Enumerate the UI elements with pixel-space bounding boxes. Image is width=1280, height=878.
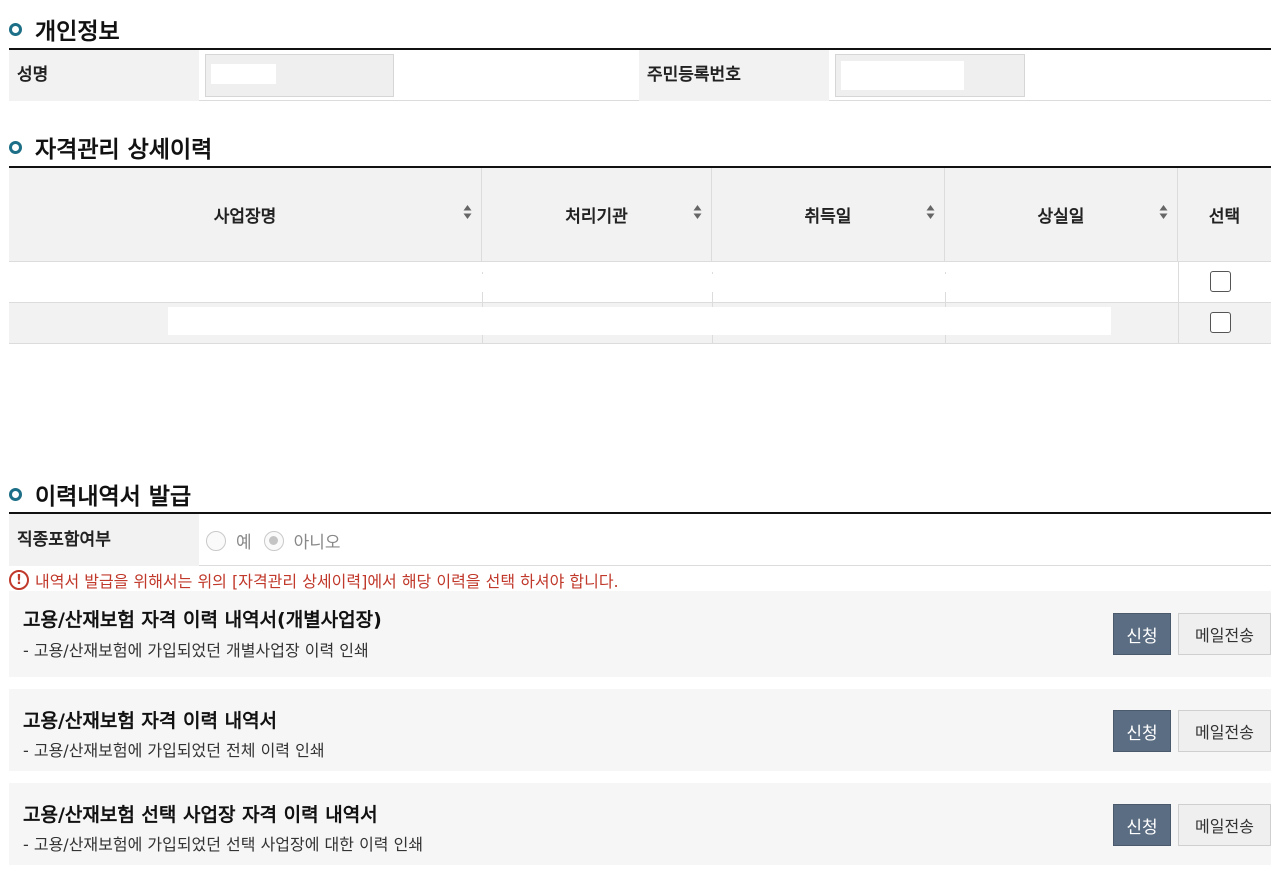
masked-row-content xyxy=(168,307,1111,335)
apply-button[interactable]: 신청 xyxy=(1113,804,1171,846)
name-label: 성명 xyxy=(9,50,199,101)
document-item: 고용/산재보험 선택 사업장 자격 이력 내역서 - 고용/산재보험에 가입되었… xyxy=(9,783,1271,865)
job-inclusion-row: 직종포함여부 예 아니오 xyxy=(9,512,1271,566)
circle-bullet-icon xyxy=(9,140,22,154)
history-table: 사업장명 처리기관 취득일 상실일 선택 xyxy=(9,166,1271,344)
notice-text: 내역서 발급을 위해서는 위의 [자격관리 상세이력]에서 해당 이력을 선택 … xyxy=(35,572,619,591)
circle-bullet-icon xyxy=(9,22,22,36)
document-description: - 고용/산재보험에 가입되었던 선택 사업장에 대한 이력 인쇄 xyxy=(23,835,424,854)
notice-message: ! 내역서 발급을 위해서는 위의 [자격관리 상세이력]에서 해당 이력을 선… xyxy=(9,568,619,592)
resident-number-field xyxy=(835,54,1025,97)
section-history: 자격관리 상세이력 xyxy=(9,130,212,164)
email-send-button[interactable]: 메일전송 xyxy=(1178,710,1271,752)
resident-number-label: 주민등록번호 xyxy=(639,50,829,101)
alert-icon: ! xyxy=(9,570,29,590)
table-header: 사업장명 처리기관 취득일 상실일 선택 xyxy=(9,168,1271,262)
row-select-checkbox[interactable] xyxy=(1210,312,1231,333)
job-inclusion-label: 직종포함여부 xyxy=(9,514,199,566)
masked-value xyxy=(211,64,276,84)
table-row xyxy=(9,303,1271,344)
circle-bullet-icon xyxy=(9,487,22,501)
job-inclusion-radio-group: 예 아니오 xyxy=(206,528,341,553)
column-header-lost-date[interactable]: 상실일 xyxy=(945,168,1178,261)
column-header-acquired-date[interactable]: 취득일 xyxy=(712,168,945,261)
row-select-checkbox[interactable] xyxy=(1210,271,1231,292)
section-title: 개인정보 xyxy=(35,19,120,45)
masked-value xyxy=(841,61,964,90)
section-personal-info: 개인정보 xyxy=(9,12,120,46)
column-header-workplace[interactable]: 사업장명 xyxy=(9,168,482,261)
document-item: 고용/산재보험 자격 이력 내역서(개별사업장) - 고용/산재보험에 가입되었… xyxy=(9,591,1271,677)
column-header-agency[interactable]: 처리기관 xyxy=(482,168,712,261)
radio-no[interactable] xyxy=(263,530,284,551)
sort-icon[interactable] xyxy=(1159,204,1168,220)
document-item: 고용/산재보험 자격 이력 내역서 - 고용/산재보험에 가입되었던 전체 이력… xyxy=(9,689,1271,771)
radio-yes[interactable] xyxy=(206,530,226,551)
document-title: 고용/산재보험 자격 이력 내역서(개별사업장) xyxy=(23,609,382,631)
document-description: - 고용/산재보험에 가입되었던 전체 이력 인쇄 xyxy=(23,741,325,760)
email-send-button[interactable]: 메일전송 xyxy=(1178,804,1271,846)
document-description: - 고용/산재보험에 가입되었던 개별사업장 이력 인쇄 xyxy=(23,641,369,660)
apply-button[interactable]: 신청 xyxy=(1113,710,1171,752)
document-title: 고용/산재보험 선택 사업장 자격 이력 내역서 xyxy=(23,804,378,826)
section-issue: 이력내역서 발급 xyxy=(9,477,191,511)
apply-button[interactable]: 신청 xyxy=(1113,613,1171,655)
document-title: 고용/산재보험 자격 이력 내역서 xyxy=(23,710,278,732)
sort-icon[interactable] xyxy=(463,204,472,220)
personal-info-table: 성명 주민등록번호 xyxy=(9,48,1271,101)
section-title: 이력내역서 발급 xyxy=(35,484,192,510)
email-send-button[interactable]: 메일전송 xyxy=(1178,613,1271,655)
sort-icon[interactable] xyxy=(693,204,702,220)
table-row xyxy=(9,262,1271,303)
radio-yes-label: 예 xyxy=(236,533,252,553)
name-field xyxy=(205,54,394,97)
column-header-select: 선택 xyxy=(1208,207,1241,227)
section-title: 자격관리 상세이력 xyxy=(35,137,213,163)
sort-icon[interactable] xyxy=(926,204,935,220)
radio-no-label: 아니오 xyxy=(293,533,341,553)
